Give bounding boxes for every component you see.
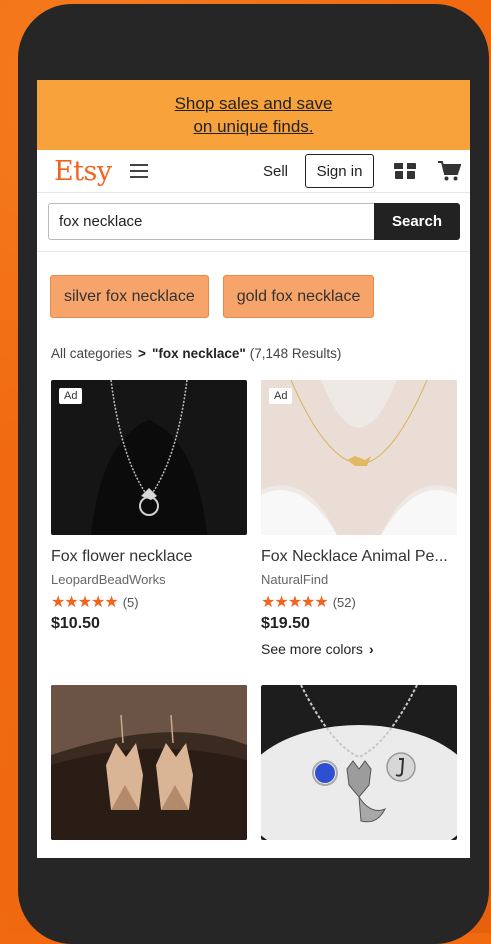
review-count: (5) xyxy=(122,594,139,610)
shop-name: NaturalFind xyxy=(261,572,329,587)
product-card[interactable] xyxy=(51,685,247,840)
see-more-colors-link[interactable]: See more colors › xyxy=(261,641,457,657)
sell-link[interactable]: Sell xyxy=(263,163,288,180)
related-searches: silver fox necklace gold fox necklace xyxy=(37,252,470,318)
review-count: (52) xyxy=(332,594,356,610)
see-more-colors-label: See more colors xyxy=(261,641,363,657)
site-header: Etsy Sell Sign in xyxy=(37,150,470,193)
star-rating-icon: ★★★★★ xyxy=(261,594,329,611)
product-title[interactable]: Fox flower necklace xyxy=(51,548,247,566)
product-price: $10.50 xyxy=(51,615,100,632)
promo-link-line1[interactable]: Shop sales and save xyxy=(175,92,333,115)
sign-in-button[interactable]: Sign in xyxy=(305,154,374,188)
etsy-logo[interactable]: Etsy xyxy=(54,156,112,187)
shop-name: LeopardBeadWorks xyxy=(51,572,166,587)
promo-link-line2[interactable]: on unique finds. xyxy=(193,115,313,138)
origami-fox-earrings-image xyxy=(51,685,247,840)
search-bar: Search xyxy=(48,203,460,240)
chevron-right-icon: › xyxy=(368,641,374,657)
breadcrumb-chevron-icon: > xyxy=(138,346,146,361)
rating: ★★★★★ (52) xyxy=(261,592,457,612)
product-image[interactable] xyxy=(261,685,457,840)
product-price: $19.50 xyxy=(261,615,310,632)
search-input[interactable] xyxy=(48,203,374,240)
ad-badge: Ad xyxy=(59,388,83,404)
search-button[interactable]: Search xyxy=(374,203,460,240)
silver-fox-charm-necklace-image xyxy=(261,685,457,840)
rating: ★★★★★ (5) xyxy=(51,592,247,612)
promo-banner[interactable]: Shop sales and save on unique finds. xyxy=(37,80,470,150)
ad-badge: Ad xyxy=(269,388,293,404)
breadcrumb-query: "fox necklace" xyxy=(151,346,246,361)
gift-box-icon[interactable] xyxy=(393,162,417,180)
breadcrumb: All categories > "fox necklace" (7,148 R… xyxy=(37,318,470,361)
menu-icon[interactable] xyxy=(129,164,148,178)
product-image[interactable]: Ad xyxy=(51,380,247,535)
product-card[interactable]: Ad Fox Necklace Animal Pe... NaturalFind… xyxy=(261,380,457,657)
product-image[interactable]: Ad xyxy=(261,380,457,535)
product-card[interactable] xyxy=(261,685,457,840)
chip-silver-fox-necklace[interactable]: silver fox necklace xyxy=(50,275,209,318)
product-title[interactable]: Fox Necklace Animal Pe... xyxy=(261,548,457,566)
product-image[interactable] xyxy=(51,685,247,840)
star-rating-icon: ★★★★★ xyxy=(51,594,119,611)
cart-icon[interactable] xyxy=(437,160,461,182)
phone-screen: Shop sales and save on unique finds. Ets… xyxy=(37,80,470,858)
breadcrumb-all-categories[interactable]: All categories xyxy=(51,346,132,361)
chip-gold-fox-necklace[interactable]: gold fox necklace xyxy=(222,275,375,318)
result-count: (7,148 Results) xyxy=(249,346,342,361)
product-card[interactable]: Ad Fox flower necklace LeopardBeadWorks … xyxy=(51,380,247,633)
